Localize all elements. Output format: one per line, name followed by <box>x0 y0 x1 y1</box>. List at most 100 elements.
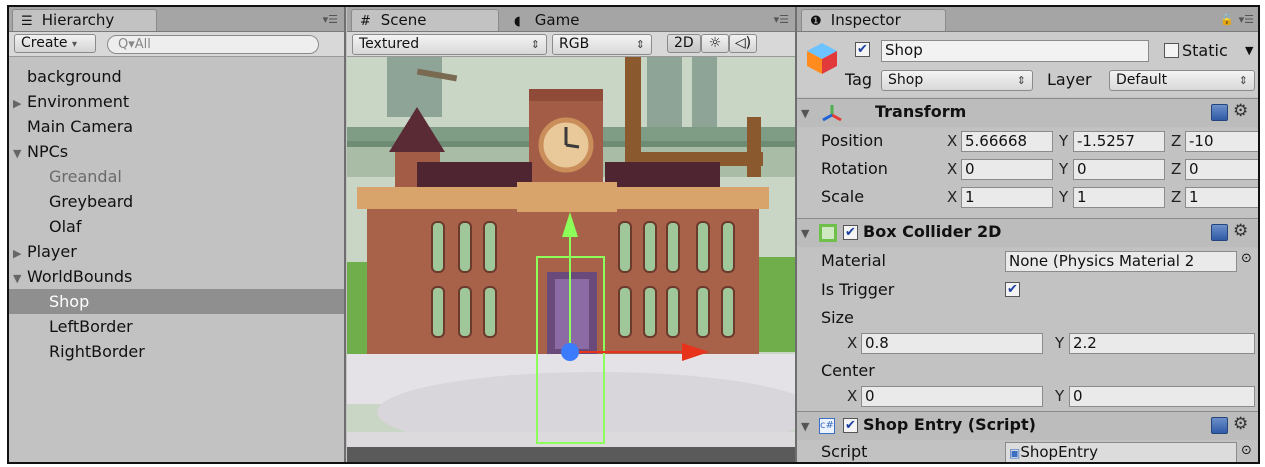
object-picker-icon[interactable]: ⊙ <box>1241 443 1252 458</box>
center-x-field[interactable]: 0 <box>861 386 1043 407</box>
scene-audio-button[interactable]: ◁) <box>729 34 757 53</box>
rotation-y-field[interactable]: 0 <box>1073 159 1165 180</box>
static-checkbox[interactable] <box>1164 43 1179 58</box>
scale-z-field[interactable]: 1 <box>1185 187 1258 208</box>
scale-x-value: 1 <box>965 188 975 206</box>
hierarchy-item-label: RightBorder <box>49 342 145 361</box>
scale-z-axis-label[interactable]: Z <box>1171 187 1181 208</box>
scale-y-axis-label[interactable]: Y <box>1059 187 1068 208</box>
rotation-y-axis-label[interactable]: Y <box>1059 159 1068 180</box>
rotation-z-field[interactable]: 0 <box>1185 159 1258 180</box>
collapse-arrow-icon[interactable]: ▼ <box>13 266 27 291</box>
hierarchy-item[interactable]: ▶ Player <box>9 239 344 264</box>
hierarchy-item[interactable]: background <box>9 64 344 89</box>
size-y-field[interactable]: 2.2 <box>1069 333 1255 354</box>
rotation-z-axis-label[interactable]: Z <box>1171 159 1181 180</box>
size-x-field[interactable]: 0.8 <box>861 333 1043 354</box>
position-x-field[interactable]: 5.66668 <box>961 131 1053 152</box>
lock-icon[interactable]: 🔒 <box>1220 13 1234 26</box>
object-name-field[interactable]: Shop <box>881 40 1149 62</box>
position-z-axis-label[interactable]: Z <box>1171 131 1181 152</box>
tab-scene[interactable]: # Scene <box>351 9 499 31</box>
updown-arrow-icon: ⇕ <box>530 38 540 51</box>
fold-arrow-icon[interactable]: ▼ <box>801 107 809 120</box>
hierarchy-item[interactable]: Greybeard <box>9 189 344 214</box>
box-collider-header[interactable]: ▼ ✔ Box Collider 2D ⚙ <box>797 218 1258 247</box>
position-label: Position <box>821 131 884 150</box>
help-book-icon[interactable] <box>1211 224 1228 241</box>
hierarchy-item[interactable]: RightBorder <box>9 339 344 364</box>
panel-menu-icon[interactable]: ▾☰ <box>323 13 338 26</box>
toggle-2d-button[interactable]: 2D <box>667 34 701 53</box>
scale-y-field[interactable]: 1 <box>1073 187 1165 208</box>
hierarchy-item[interactable]: ▶ Environment <box>9 89 344 114</box>
hierarchy-item-label: WorldBounds <box>27 267 133 286</box>
script-icon: c# <box>819 418 835 434</box>
tab-inspector[interactable]: ❶ Inspector <box>801 9 946 31</box>
hierarchy-item[interactable]: ▼ NPCs <box>9 139 344 164</box>
position-x-axis-label[interactable]: X <box>947 131 957 152</box>
layer-dropdown[interactable]: Default ⇕ <box>1109 70 1255 91</box>
gear-icon[interactable]: ⚙ <box>1233 414 1248 434</box>
gear-icon[interactable]: ⚙ <box>1233 221 1248 241</box>
hierarchy-item[interactable]: Shop <box>9 289 344 314</box>
scale-x-axis-label[interactable]: X <box>947 187 957 208</box>
hierarchy-search-input[interactable]: Q▾All <box>107 35 319 54</box>
transform-header[interactable]: ▼ Transform ⚙ <box>797 98 1258 127</box>
position-z-field[interactable]: -10 <box>1185 131 1258 152</box>
shop-entry-header[interactable]: ▼ c# ✔ Shop Entry (Script) ⚙ <box>797 411 1258 440</box>
hierarchy-item[interactable]: Main Camera <box>9 114 344 139</box>
hierarchy-item[interactable]: LeftBorder <box>9 314 344 339</box>
position-y-value: -1.5257 <box>1077 132 1135 150</box>
expand-arrow-icon[interactable]: ▶ <box>13 91 27 116</box>
position-y-axis-label[interactable]: Y <box>1059 131 1068 152</box>
tab-hierarchy[interactable]: ☰ Hierarchy <box>12 9 157 31</box>
hierarchy-item[interactable]: Olaf <box>9 214 344 239</box>
chevron-down-icon[interactable]: ▼ <box>1245 44 1253 57</box>
speaker-icon: ◁) <box>734 35 752 51</box>
box-collider-enabled-checkbox[interactable]: ✔ <box>843 225 858 240</box>
tab-game[interactable]: ◖ Game <box>505 9 653 31</box>
updown-arrow-icon: ⇕ <box>635 38 645 51</box>
hierarchy-item[interactable]: Greandal <box>9 164 344 189</box>
position-y-field[interactable]: -1.5257 <box>1073 131 1165 152</box>
scale-z-value: 1 <box>1189 188 1199 206</box>
color-mode-dropdown[interactable]: RGB ⇕ <box>552 34 652 55</box>
scene-viewport[interactable] <box>347 57 795 464</box>
object-active-checkbox[interactable]: ✔ <box>855 42 870 57</box>
collapse-arrow-icon[interactable]: ▼ <box>13 141 27 166</box>
material-field[interactable]: None (Physics Material 2 <box>1005 251 1237 272</box>
object-picker-icon[interactable]: ⊙ <box>1241 251 1252 266</box>
shop-entry-enabled-checkbox[interactable]: ✔ <box>843 418 858 433</box>
panel-menu-icon[interactable]: ▾☰ <box>1239 13 1254 26</box>
hierarchy-toolbar: Create ▾ Q▾All <box>9 32 344 57</box>
center-y-field[interactable]: 0 <box>1069 386 1255 407</box>
help-book-icon[interactable] <box>1211 104 1228 121</box>
rotation-x-axis-label[interactable]: X <box>947 159 957 180</box>
hierarchy-item-label: Main Camera <box>27 117 134 136</box>
render-mode-dropdown[interactable]: Textured ⇕ <box>352 34 547 55</box>
scale-x-field[interactable]: 1 <box>961 187 1053 208</box>
rotation-x-field[interactable]: 0 <box>961 159 1053 180</box>
hierarchy-item-label: background <box>27 67 122 86</box>
help-book-icon[interactable] <box>1211 417 1228 434</box>
hierarchy-item-label: Shop <box>49 292 90 311</box>
expand-arrow-icon[interactable]: ▶ <box>13 241 27 266</box>
fold-arrow-icon[interactable]: ▼ <box>801 227 809 240</box>
gizmo-center-handle[interactable] <box>561 343 579 361</box>
updown-arrow-icon: ⇕ <box>1238 74 1248 87</box>
fold-arrow-icon[interactable]: ▼ <box>801 420 809 433</box>
hierarchy-item[interactable]: ▼ WorldBounds <box>9 264 344 289</box>
gear-icon[interactable]: ⚙ <box>1233 101 1248 121</box>
script-value: ShopEntry <box>1020 443 1098 461</box>
script-field[interactable]: ▣ShopEntry <box>1005 442 1237 462</box>
tag-dropdown[interactable]: Shop ⇕ <box>881 70 1033 91</box>
shop-entry-body: Script ▣ShopEntry ⊙ <box>797 440 1258 462</box>
clock-hand <box>565 143 580 149</box>
tag-label: Tag <box>845 70 873 89</box>
panel-menu-icon[interactable]: ▾☰ <box>774 13 789 26</box>
search-placeholder: All <box>134 37 151 52</box>
is-trigger-checkbox[interactable]: ✔ <box>1005 282 1020 297</box>
create-button[interactable]: Create ▾ <box>14 34 96 53</box>
scene-lighting-button[interactable]: ☼ <box>701 34 729 53</box>
